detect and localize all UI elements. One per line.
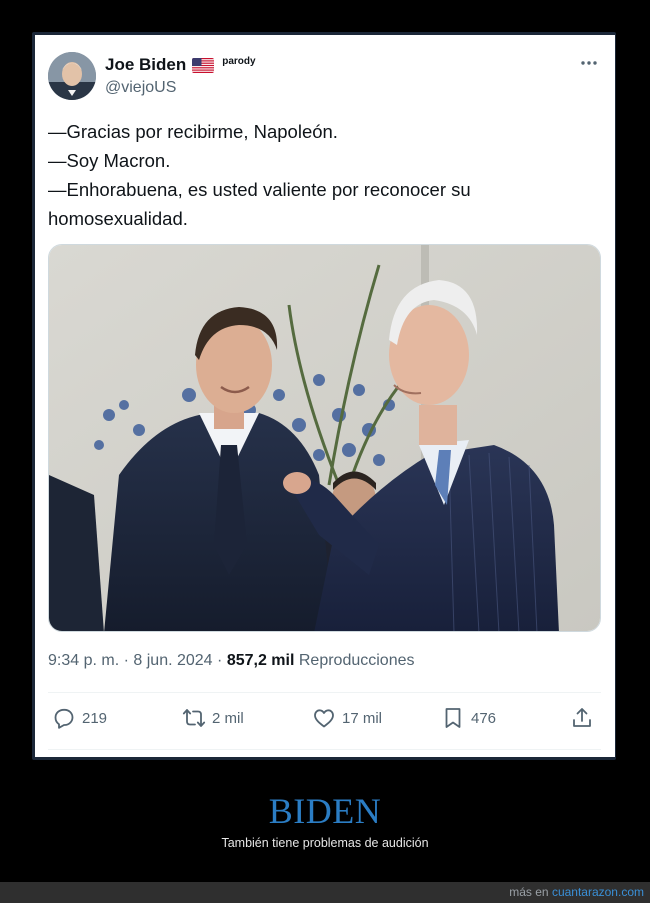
user-handle[interactable]: @viejoUS [105, 79, 176, 97]
tweet-line: —Soy Macron. [48, 150, 171, 171]
tweet-card: Joe Biden parody @viejoUS —Gracias por r [35, 35, 615, 757]
author-row: Joe Biden parody [105, 55, 256, 75]
like-count: 17 mil [342, 709, 383, 727]
reply-count: 219 [82, 709, 108, 727]
tweet-photo[interactable] [48, 244, 601, 632]
repost-count: 2 mil [212, 709, 244, 727]
like-button[interactable]: 17 mil [312, 706, 382, 730]
share-icon [573, 708, 591, 727]
reply-button[interactable]: 219 [52, 706, 107, 730]
site-link[interactable]: cuantarazon.com [552, 885, 644, 899]
bookmark-icon [445, 708, 461, 728]
repost-icon [182, 709, 206, 727]
views-label: Reproducciones [298, 652, 415, 669]
action-bar: 219 2 mil 17 mil 476 [48, 706, 601, 740]
tweet-line: —Enhorabuena, es usted valiente por reco… [48, 179, 471, 200]
tweet-line: homosexualidad. [48, 208, 188, 229]
divider [48, 749, 601, 750]
display-name[interactable]: Joe Biden [105, 55, 186, 75]
credit-bar: más en cuantarazon.com [0, 882, 650, 903]
share-button[interactable] [570, 706, 594, 730]
post-title[interactable]: BIDEN [0, 790, 650, 832]
post-subtitle: También tiene problemas de audición [221, 836, 429, 850]
site-credit: más en cuantarazon.com [509, 885, 644, 899]
credit-prefix: más en [509, 885, 549, 899]
tweet-time[interactable]: 9:34 p. m. [48, 652, 119, 669]
photo-image [49, 245, 600, 631]
repost-button[interactable]: 2 mil [182, 706, 244, 730]
tweet-line: —Gracias por recibirme, Napoleón. [48, 121, 338, 142]
bookmark-count: 476 [471, 709, 497, 727]
divider [48, 692, 601, 693]
tweet-date[interactable]: 8 jun. 2024 [133, 652, 212, 669]
meta-separator: · [123, 652, 129, 669]
parody-badge: parody [222, 55, 256, 67]
bookmark-button[interactable]: 476 [441, 706, 496, 730]
us-flag-icon [192, 57, 215, 73]
more-dots-icon[interactable] [579, 53, 599, 73]
tweet-meta: 9:34 p. m. · 8 jun. 2024 · 857,2 mil Rep… [48, 652, 415, 670]
avatar[interactable] [48, 52, 96, 100]
views-count: 857,2 mil [226, 652, 295, 669]
avatar-image [48, 52, 96, 100]
heart-icon [314, 709, 334, 728]
tweet-text: —Gracias por recibirme, Napoleón. —Soy M… [48, 117, 598, 233]
meta-separator: · [217, 652, 223, 669]
reply-icon [54, 708, 74, 729]
